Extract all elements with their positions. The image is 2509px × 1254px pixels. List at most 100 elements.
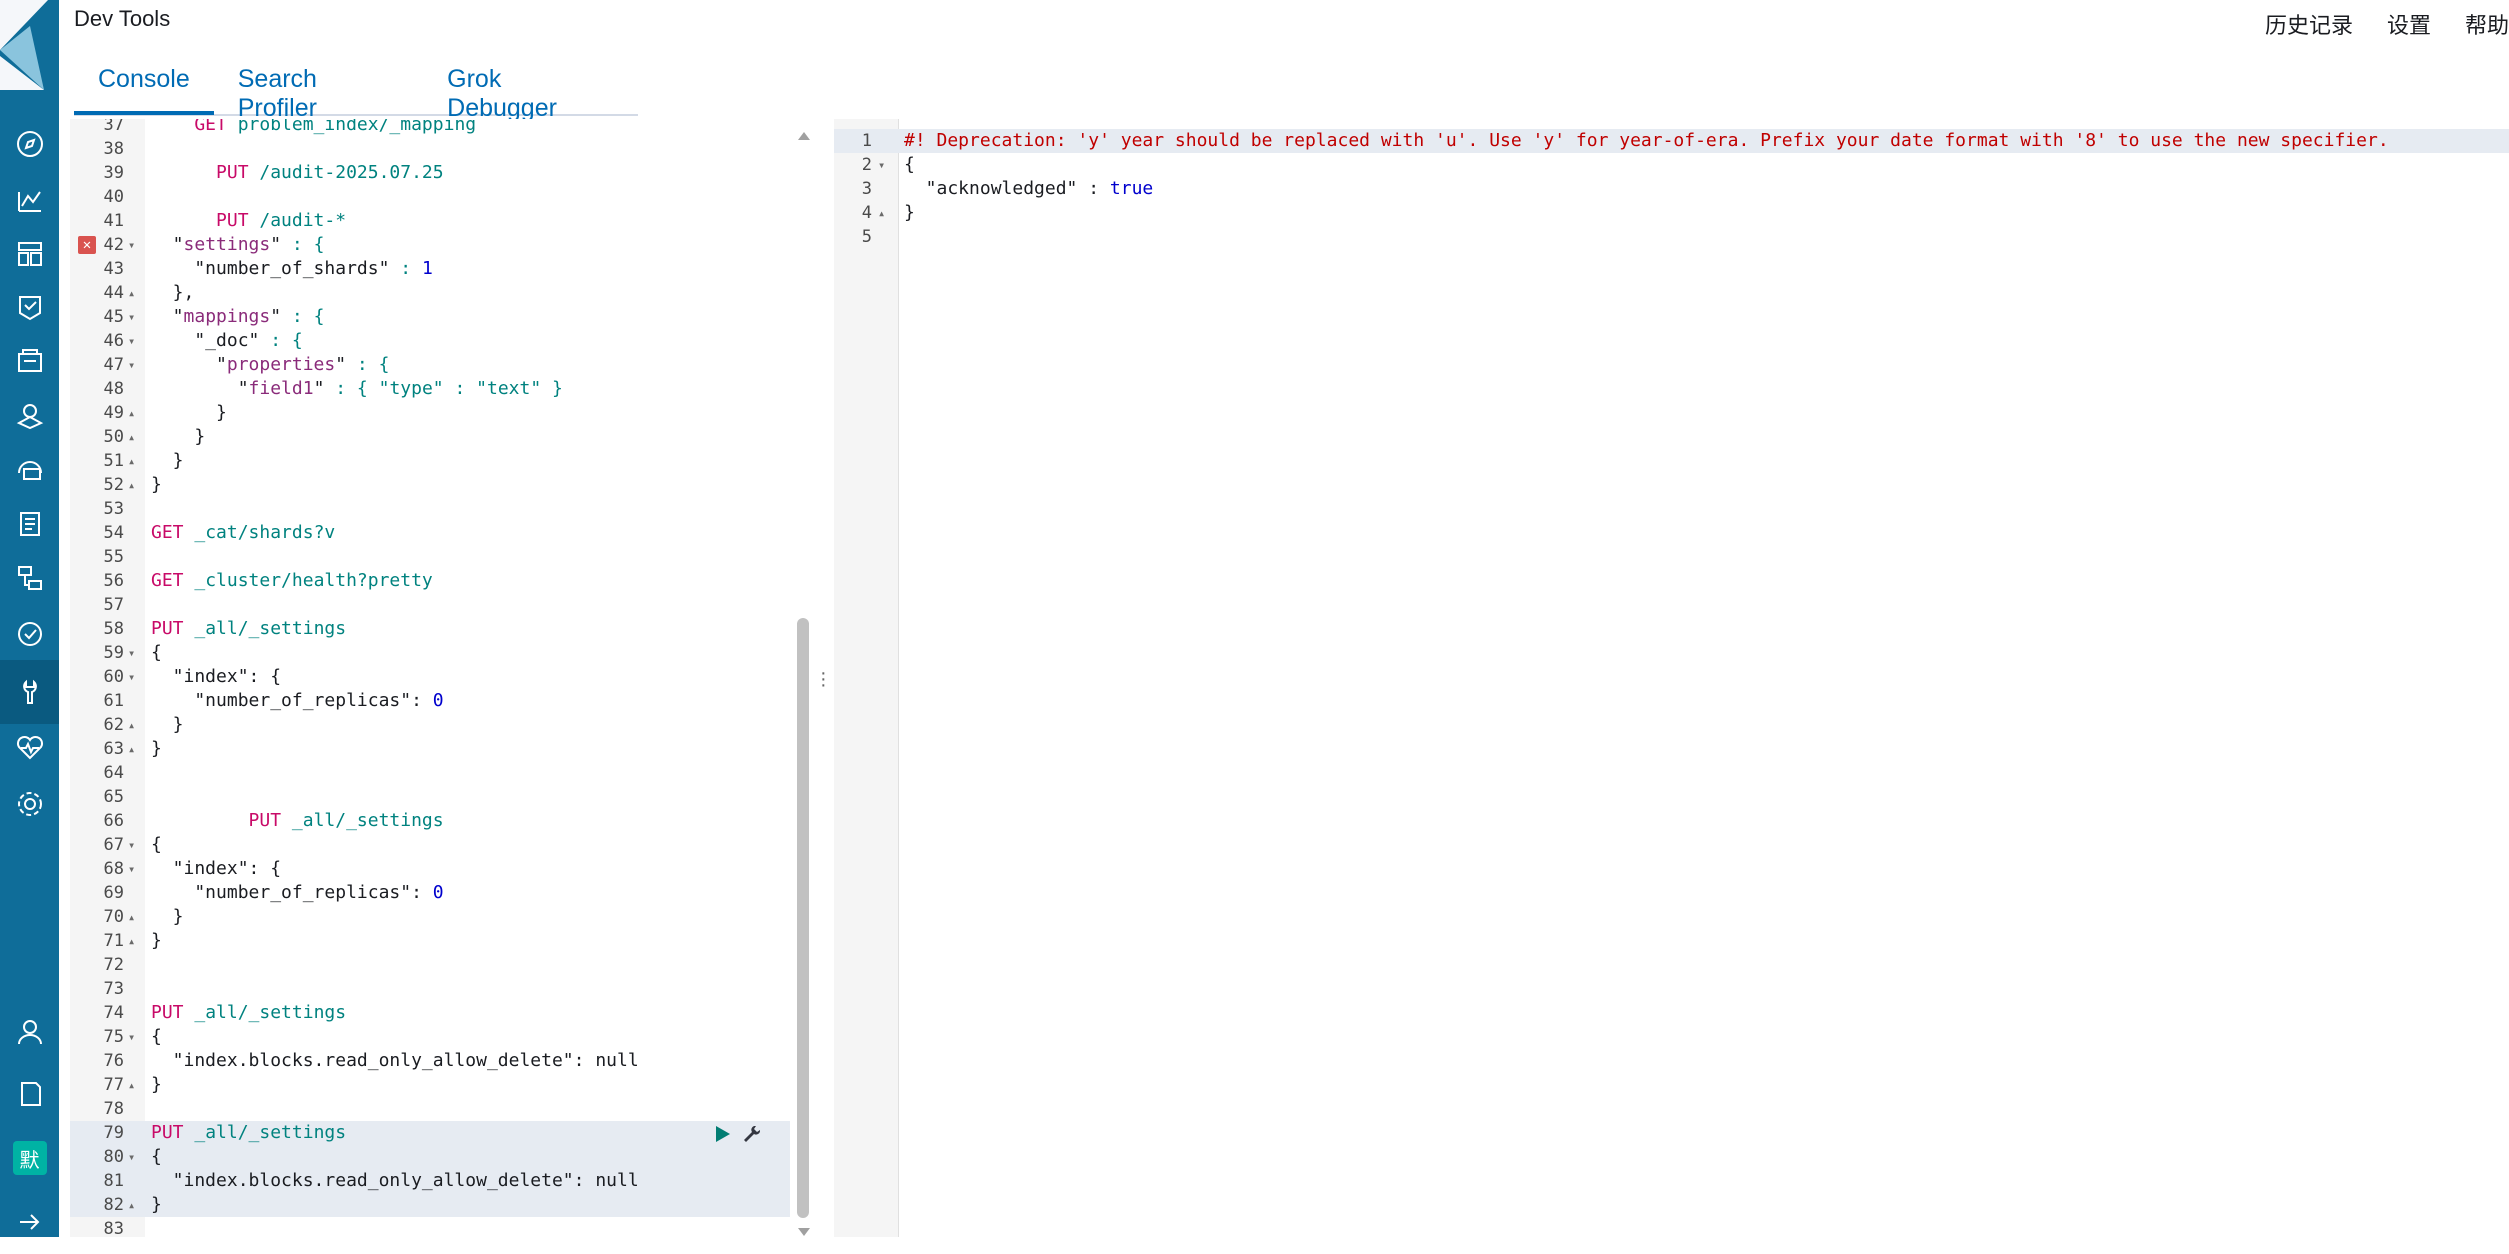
editor-line[interactable]: 48 "field1" : { "type" : "text" } [70, 377, 790, 401]
editor-line[interactable]: 57 [70, 593, 790, 617]
fold-toggle-icon[interactable]: ▴ [128, 1073, 135, 1097]
editor-line[interactable]: 43 "number_of_shards" : 1 [70, 257, 790, 281]
editor-line[interactable]: 73 [70, 977, 790, 1001]
editor-line[interactable]: 41 PUT /audit-* [70, 209, 790, 233]
tab-console[interactable]: Console [74, 56, 214, 115]
editor-line[interactable]: 80 ▾ { [70, 1145, 790, 1169]
editor-line[interactable]: 68 ▾ "index": { [70, 857, 790, 881]
settings-link[interactable]: 设置 [2387, 8, 2431, 40]
editor-line[interactable]: 63 ▴} [70, 737, 790, 761]
editor-line[interactable]: 64 [70, 761, 790, 785]
editor-scrollbar[interactable] [796, 126, 810, 1236]
fold-toggle-icon[interactable]: ▾ [128, 665, 135, 689]
fold-toggle-icon[interactable]: ▴ [128, 713, 135, 737]
editor-line[interactable]: 47 ▾ "properties" : { [70, 353, 790, 377]
fold-toggle-icon[interactable]: ▾ [128, 233, 135, 257]
editor-line[interactable]: 65 [70, 785, 790, 809]
editor-line[interactable]: 79 PUT _all/_settings [70, 1121, 790, 1145]
error-marker-icon[interactable]: ✕ [78, 236, 96, 254]
fold-toggle-icon[interactable]: ▾ [128, 833, 135, 857]
fold-toggle-icon[interactable]: ▴ [128, 473, 135, 497]
fold-toggle-icon[interactable]: ▴ [128, 449, 135, 473]
fold-toggle-icon[interactable]: ▾ [128, 1025, 135, 1049]
editor-line[interactable]: 45 ▾ "mappings" : { [70, 305, 790, 329]
editor-line[interactable]: 71 ▴} [70, 929, 790, 953]
editor-line[interactable]: 39 PUT /audit-2025.07.25 [70, 161, 790, 185]
editor-line[interactable]: 74 PUT _all/_settings [70, 1001, 790, 1025]
editor-line[interactable]: 55 [70, 545, 790, 569]
nav-compass[interactable] [0, 112, 59, 176]
editor-line[interactable]: 81 "index.blocks.read_only_allow_delete"… [70, 1169, 790, 1193]
console-editor[interactable]: 37 GET problem_index/_mapping 38 39 PUT /a… [70, 119, 816, 1237]
editor-line[interactable]: 67 ▾ { [70, 833, 790, 857]
kibana-logo[interactable] [0, 0, 59, 100]
fold-toggle-icon[interactable]: ▾ [128, 857, 135, 881]
editor-line[interactable]: 37 GET problem_index/_mapping [70, 119, 790, 137]
editor-line[interactable]: 52 ▴} [70, 473, 790, 497]
play-icon[interactable] [716, 1126, 730, 1142]
editor-line[interactable]: 51 ▴ } [70, 449, 790, 473]
help-link[interactable]: 帮助 [2465, 8, 2509, 40]
fold-toggle-icon[interactable]: ▾ [128, 329, 135, 353]
resizer-handle-icon[interactable]: · · · [820, 663, 827, 695]
editor-line[interactable]: 70 ▴ } [70, 905, 790, 929]
fold-toggle-icon[interactable]: ▾ [878, 153, 885, 177]
editor-line[interactable]: 58 PUT _all/_settings [70, 617, 790, 641]
fold-toggle-icon[interactable]: ▴ [878, 201, 885, 225]
editor-line[interactable]: 69 "number_of_replicas": 0 [70, 881, 790, 905]
editor-line[interactable]: 42 ✕ ▾ "settings" : { [70, 233, 790, 257]
fold-toggle-icon[interactable]: ▾ [128, 1145, 135, 1169]
editor-line[interactable]: 59 ▾ { [70, 641, 790, 665]
editor-line[interactable]: 66 PUT _all/_settings [70, 809, 790, 833]
editor-line[interactable]: 83 [70, 1217, 790, 1237]
editor-line[interactable]: 60 ▾ "index": { [70, 665, 790, 689]
nav-apm[interactable] [0, 546, 59, 610]
editor-line[interactable]: 46 ▾ "_doc" : { [70, 329, 790, 353]
fold-toggle-icon[interactable]: ▴ [128, 905, 135, 929]
editor-line[interactable]: 50 ▴ } [70, 425, 790, 449]
editor-line[interactable]: 77 ▴} [70, 1073, 790, 1097]
fold-toggle-icon[interactable]: ▾ [128, 641, 135, 665]
nav-management[interactable] [0, 772, 59, 836]
nav-uptime[interactable] [0, 602, 59, 666]
editor-line[interactable]: 54 GET _cat/shards?v [70, 521, 790, 545]
fold-toggle-icon[interactable]: ▴ [128, 425, 135, 449]
editor-line[interactable]: 61 "number_of_replicas": 0 [70, 689, 790, 713]
editor-line[interactable]: 62 ▴ } [70, 713, 790, 737]
editor-line[interactable]: 49 ▴ } [70, 401, 790, 425]
line-number: 52 [103, 475, 124, 495]
editor-line[interactable]: 75 ▾ { [70, 1025, 790, 1049]
editor-line[interactable]: 72 [70, 953, 790, 977]
line-number: 67 [103, 835, 124, 855]
fold-toggle-icon[interactable]: ▾ [128, 353, 135, 377]
editor-line[interactable]: 56 GET _cluster/health?pretty [70, 569, 790, 593]
fold-toggle-icon[interactable]: ▴ [128, 281, 135, 305]
docs-button[interactable] [0, 1062, 59, 1126]
editor-line[interactable]: 82 ▴} [70, 1193, 790, 1217]
editor-line[interactable]: 40 [70, 185, 790, 209]
editor-line[interactable]: 78 [70, 1097, 790, 1121]
editor-line[interactable]: 44 ▴ }, [70, 281, 790, 305]
line-number: 78 [103, 1099, 124, 1119]
space-selector[interactable]: 默 [0, 1126, 59, 1190]
scroll-up-arrow-icon[interactable] [798, 132, 810, 140]
editor-line[interactable]: 38 [70, 137, 790, 161]
fold-toggle-icon[interactable]: ▾ [128, 305, 135, 329]
expand-arrow-button[interactable] [0, 1190, 59, 1254]
wrench-icon[interactable] [742, 1124, 760, 1142]
tab-search-profiler[interactable]: Search Profiler [214, 56, 423, 122]
history-link[interactable]: 历史记录 [2265, 8, 2353, 40]
nav-monitoring[interactable] [0, 715, 59, 779]
code-text: "number_of_replicas": 0 [151, 882, 444, 903]
tab-grok-debugger[interactable]: Grok Debugger [423, 56, 638, 122]
scroll-thumb[interactable] [797, 618, 809, 1218]
scroll-down-arrow-icon[interactable] [798, 1228, 810, 1236]
user-button[interactable] [0, 1000, 59, 1064]
editor-line[interactable]: 53 [70, 497, 790, 521]
fold-toggle-icon[interactable]: ▴ [128, 1193, 135, 1217]
fold-toggle-icon[interactable]: ▴ [128, 737, 135, 761]
line-number: 64 [103, 763, 124, 783]
fold-toggle-icon[interactable]: ▴ [128, 929, 135, 953]
fold-toggle-icon[interactable]: ▴ [128, 401, 135, 425]
editor-line[interactable]: 76 "index.blocks.read_only_allow_delete"… [70, 1049, 790, 1073]
